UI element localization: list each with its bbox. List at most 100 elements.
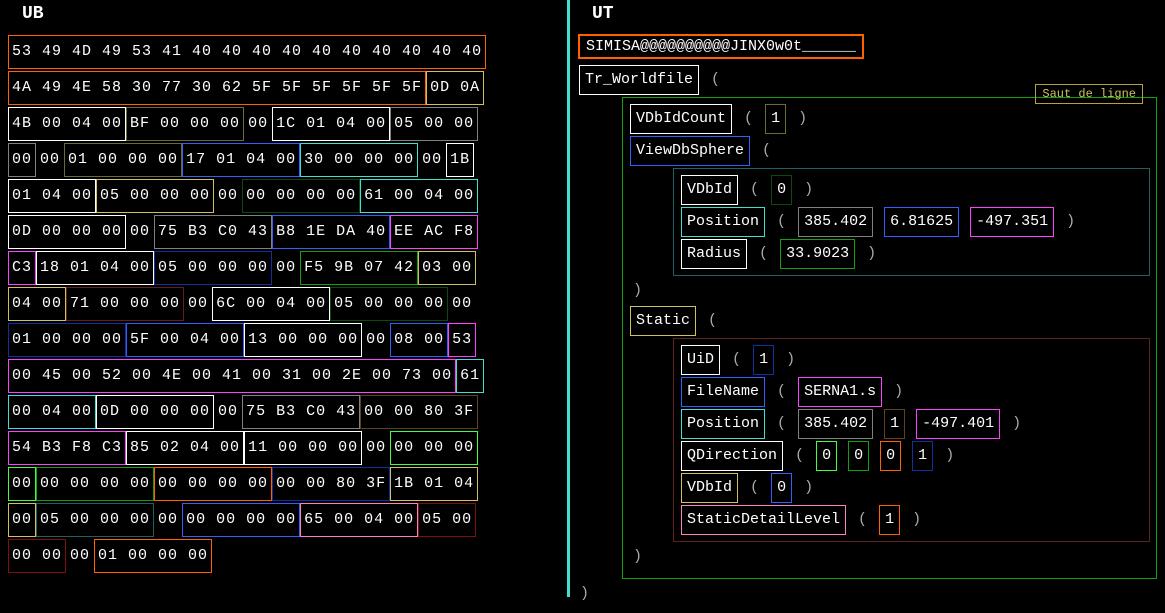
hex-group: 00 45 00 52 00 4E 00 41 00 31 00 2E 00 7… xyxy=(8,359,456,393)
hex-row: 01 00 00 005F 00 04 0013 00 00 000008 00… xyxy=(8,322,559,358)
ut-content: SIMISA@@@@@@@@@@JINX0w0t______ Saut de l… xyxy=(574,30,1161,613)
vdbid1-value: 0 xyxy=(771,175,792,205)
hex-group: 00 xyxy=(418,143,446,177)
hex-group: 0D 0A xyxy=(426,71,484,105)
hex-group: 00 xyxy=(8,503,36,537)
hex-group: 6C 00 04 00 xyxy=(212,287,330,321)
hex-row: 54 B3 F8 C385 02 04 0011 00 00 000000 00… xyxy=(8,430,559,466)
qd-v2: 0 xyxy=(848,441,869,471)
hex-group: 00 00 00 00 xyxy=(182,503,300,537)
position2-v2: 1 xyxy=(884,409,905,439)
position1-v3: -497.351 xyxy=(970,207,1054,237)
hex-group: 00 xyxy=(214,395,242,429)
filename-label: FileName xyxy=(681,377,765,407)
hex-group: 00 xyxy=(8,143,36,177)
hex-group: 00 00 80 3F xyxy=(272,467,390,501)
hex-group: EE AC F8 xyxy=(390,215,478,249)
hex-group: 75 B3 C0 43 xyxy=(154,215,272,249)
hex-group: 00 00 00 00 xyxy=(154,467,272,501)
hex-group: 85 02 04 00 xyxy=(126,431,244,465)
hex-group: C3 xyxy=(8,251,36,285)
qdirection-label: QDirection xyxy=(681,441,783,471)
hex-group: 00 00 00 xyxy=(390,431,478,465)
hex-row: C318 01 04 0005 00 00 0000F5 9B 07 4203 … xyxy=(8,250,559,286)
hex-panel: UB 53 49 4D 49 53 41 40 40 40 40 40 40 4… xyxy=(0,0,570,597)
position1-v1: 385.402 xyxy=(798,207,873,237)
hex-group: 11 00 00 00 xyxy=(244,431,362,465)
hex-group: 65 00 04 00 xyxy=(300,503,418,537)
hex-group: BF 00 00 00 xyxy=(126,107,244,141)
left-title: UB xyxy=(22,4,563,24)
hex-group: 05 00 00 00 xyxy=(36,503,154,537)
hex-group: 00 xyxy=(126,215,154,249)
qd-v4: 1 xyxy=(912,441,933,471)
newline-label: Saut de ligne xyxy=(1035,84,1143,104)
hex-group: 54 B3 F8 C3 xyxy=(8,431,126,465)
sdl-label: StaticDetailLevel xyxy=(681,505,846,535)
vdbid2-value: 0 xyxy=(771,473,792,503)
text-panel: UT SIMISA@@@@@@@@@@JINX0w0t______ Saut d… xyxy=(570,0,1165,597)
hex-group: 30 00 00 00 xyxy=(300,143,418,177)
hex-group: 00 xyxy=(244,107,272,141)
hex-group: 17 01 04 00 xyxy=(182,143,300,177)
hex-group: 53 xyxy=(448,323,476,357)
hex-group: 0D 00 00 00 xyxy=(96,395,214,429)
hex-group: 1C 01 04 00 xyxy=(272,107,390,141)
hex-group: 00 xyxy=(184,287,212,321)
radius-label: Radius xyxy=(681,239,747,269)
hex-row: 0D 00 00 000075 B3 C0 43B8 1E DA 40EE AC… xyxy=(8,214,559,250)
hex-row: 0000 00 00 0000 00 00 0000 00 80 3F1B 01… xyxy=(8,466,559,502)
hex-row: 00 04 000D 00 00 000075 B3 C0 4300 00 80… xyxy=(8,394,559,430)
viewdbsphere-label: ViewDbSphere xyxy=(630,136,750,166)
hex-group: 18 01 04 00 xyxy=(36,251,154,285)
right-title: UT xyxy=(592,4,1161,24)
position2-v1: 385.402 xyxy=(798,409,873,439)
hex-group: 00 xyxy=(8,467,36,501)
hex-group: 00 xyxy=(272,251,300,285)
hex-row: 01 04 0005 00 00 000000 00 00 0061 00 04… xyxy=(8,178,559,214)
tr-worldfile: Tr_Worldfile xyxy=(579,65,699,95)
hex-group: 01 00 00 00 xyxy=(94,539,212,573)
hex-group: 5F 00 04 00 xyxy=(126,323,244,357)
hex-group: 01 00 00 00 xyxy=(8,323,126,357)
hex-group: 53 49 4D 49 53 41 40 40 40 40 40 40 40 4… xyxy=(8,35,486,69)
hex-group: 4B 00 04 00 xyxy=(8,107,126,141)
hex-group: 61 xyxy=(456,359,484,393)
hex-group: 00 00 00 00 xyxy=(242,179,360,213)
position1-v2: 6.81625 xyxy=(884,207,959,237)
hex-group: 05 00 00 00 xyxy=(154,251,272,285)
hex-row: 04 0071 00 00 00006C 00 04 0005 00 00 00… xyxy=(8,286,559,322)
hex-group: 03 00 xyxy=(418,251,476,285)
hex-group: F5 9B 07 42 xyxy=(300,251,418,285)
hex-group: 61 00 04 00 xyxy=(360,179,478,213)
hex-group: 00 xyxy=(66,539,94,573)
sdl-value: 1 xyxy=(879,505,900,535)
hex-row: 00 000001 00 00 00 xyxy=(8,538,559,574)
hex-group: 00 xyxy=(362,323,390,357)
hex-row: 53 49 4D 49 53 41 40 40 40 40 40 40 40 4… xyxy=(8,34,559,70)
hex-row: 4B 00 04 00BF 00 00 00001C 01 04 0005 00… xyxy=(8,106,559,142)
filename-value: SERNA1.s xyxy=(798,377,882,407)
static-label: Static xyxy=(630,306,696,336)
vdbidcount-label: VDbIdCount xyxy=(630,104,732,134)
hex-group: 71 00 00 00 xyxy=(66,287,184,321)
radius-value: 33.9023 xyxy=(780,239,855,269)
hex-group: 05 00 xyxy=(418,503,476,537)
position1-label: Position xyxy=(681,207,765,237)
uid-label: UiD xyxy=(681,345,720,375)
hex-group: 00 xyxy=(154,503,182,537)
hex-group: 00 00 xyxy=(8,539,66,573)
hex-content: 53 49 4D 49 53 41 40 40 40 40 40 40 40 4… xyxy=(4,30,563,578)
hex-group: 75 B3 C0 43 xyxy=(242,395,360,429)
hex-row: 4A 49 4E 58 30 77 30 62 5F 5F 5F 5F 5F 5… xyxy=(8,70,559,106)
hex-group: 4A 49 4E 58 30 77 30 62 5F 5F 5F 5F 5F 5… xyxy=(8,71,426,105)
vdbidcount-value: 1 xyxy=(765,104,786,134)
hex-group: B8 1E DA 40 xyxy=(272,215,390,249)
hex-group: 05 00 00 00 xyxy=(96,179,214,213)
qd-v1: 0 xyxy=(816,441,837,471)
vdbid2-label: VDbId xyxy=(681,473,738,503)
hex-group: 00 00 80 3F xyxy=(360,395,478,429)
ut-header: SIMISA@@@@@@@@@@JINX0w0t______ xyxy=(578,34,864,59)
hex-row: 000001 00 00 0017 01 04 0030 00 00 00001… xyxy=(8,142,559,178)
uid-value: 1 xyxy=(753,345,774,375)
